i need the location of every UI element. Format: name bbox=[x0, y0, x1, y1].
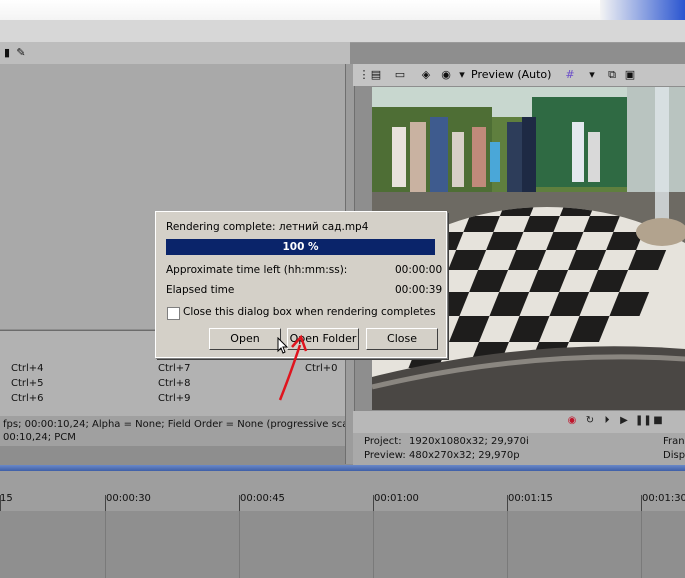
shortcut-ctrl9: Ctrl+9 bbox=[158, 393, 191, 404]
close-on-complete-label[interactable]: Close this dialog box when rendering com… bbox=[183, 306, 436, 318]
shortcut-ctrl7: Ctrl+7 bbox=[158, 363, 191, 374]
overlays-grid-icon[interactable]: # bbox=[563, 68, 577, 82]
copy-snapshot-icon[interactable]: ⧉ bbox=[605, 68, 619, 82]
properties-icon[interactable]: ▤ bbox=[369, 68, 383, 82]
shortcut-ctrl8: Ctrl+8 bbox=[158, 378, 191, 389]
time-left-label: Approximate time left (hh:mm:ss): bbox=[166, 264, 348, 276]
elapsed-value: 00:00:39 bbox=[395, 284, 443, 296]
preview-toolbar: ⋮ ▤ ▭ ◈ ◉ ▾ Preview (Auto) # ▾ ⧉ ▣ bbox=[353, 64, 685, 86]
window-title-bar bbox=[0, 0, 685, 20]
project-value: 1920x1080x32; 29,970i bbox=[409, 436, 529, 447]
tick-mark bbox=[507, 495, 508, 511]
preview-quality-dropdown[interactable]: Preview (Auto) bbox=[471, 68, 551, 81]
close-on-complete-checkbox[interactable] bbox=[167, 307, 180, 320]
shortcut-ctrl4: Ctrl+4 bbox=[11, 363, 44, 374]
render-progress-bar: 100 % bbox=[166, 239, 435, 255]
loop-playback-icon[interactable]: ↻ bbox=[584, 415, 596, 427]
tick-mark bbox=[105, 495, 106, 511]
tick-label: 00:00:45 bbox=[240, 493, 285, 504]
tick-label: 15 bbox=[0, 493, 13, 504]
stop-icon[interactable]: ■ bbox=[652, 415, 664, 427]
tick-label: 00:01:30 bbox=[642, 493, 685, 504]
shortcut-ctrl6: Ctrl+6 bbox=[11, 393, 44, 404]
views-icon[interactable]: ✎ bbox=[14, 46, 28, 60]
pause-icon[interactable]: ❚❚ bbox=[635, 415, 652, 427]
shortcut-ctrl5: Ctrl+5 bbox=[11, 378, 44, 389]
timeline-ruler[interactable]: 15 00:00:30 00:00:45 00:01:00 00:01:15 0… bbox=[0, 471, 685, 512]
tick-mark bbox=[641, 495, 642, 511]
preview-value: 480x270x32; 29,970p bbox=[409, 450, 520, 461]
close-button[interactable]: Close bbox=[366, 328, 438, 350]
split-view-icon[interactable]: ◈ bbox=[419, 68, 433, 82]
toolbar-separator-icon: ▮ bbox=[3, 46, 11, 59]
tick-mark bbox=[0, 495, 1, 511]
chevron-down-icon[interactable]: ▾ bbox=[455, 68, 469, 82]
menu-strip bbox=[0, 20, 685, 43]
tick-label: 00:00:30 bbox=[106, 493, 151, 504]
preview-transport-controls: ◉ ↻ ⏵ ▶ ❚❚ ■ bbox=[353, 411, 685, 433]
preview-label: Preview: bbox=[364, 450, 406, 461]
tick-mark bbox=[373, 495, 374, 511]
tick-label: 00:01:00 bbox=[374, 493, 419, 504]
status-line-1: fps; 00:00:10,24; Alpha = None; Field Or… bbox=[3, 419, 363, 430]
frame-label: Fran bbox=[663, 436, 685, 447]
play-from-start-icon[interactable]: ⏵ bbox=[601, 415, 613, 427]
elapsed-label: Elapsed time bbox=[166, 284, 235, 296]
preview-info-panel: Project: 1920x1080x32; 29,970i Preview: … bbox=[353, 433, 685, 465]
record-icon[interactable]: ◉ bbox=[566, 415, 578, 427]
play-icon[interactable]: ▶ bbox=[618, 415, 630, 427]
tick-label: 00:01:15 bbox=[508, 493, 553, 504]
status-line-2: 00:10,24; PCM bbox=[3, 432, 76, 443]
chevron-down-icon[interactable]: ▾ bbox=[585, 68, 599, 82]
project-label: Project: bbox=[364, 436, 402, 447]
dialog-title: Rendering complete: летний сад.mp4 bbox=[166, 221, 369, 233]
tick-mark bbox=[239, 495, 240, 511]
media-properties-status: fps; 00:00:10,24; Alpha = None; Field Or… bbox=[0, 416, 362, 446]
annotation-arrow-icon bbox=[278, 334, 308, 401]
timeline-track-area[interactable] bbox=[0, 511, 685, 578]
time-left-value: 00:00:00 bbox=[395, 264, 443, 276]
explorer-toolbar: ▮ ✎ bbox=[0, 42, 350, 65]
monitor-icon[interactable]: ▭ bbox=[393, 68, 407, 82]
video-fx-icon[interactable]: ◉ bbox=[439, 68, 453, 82]
save-snapshot-icon[interactable]: ▣ bbox=[623, 68, 637, 82]
display-label: Disp bbox=[663, 450, 685, 461]
